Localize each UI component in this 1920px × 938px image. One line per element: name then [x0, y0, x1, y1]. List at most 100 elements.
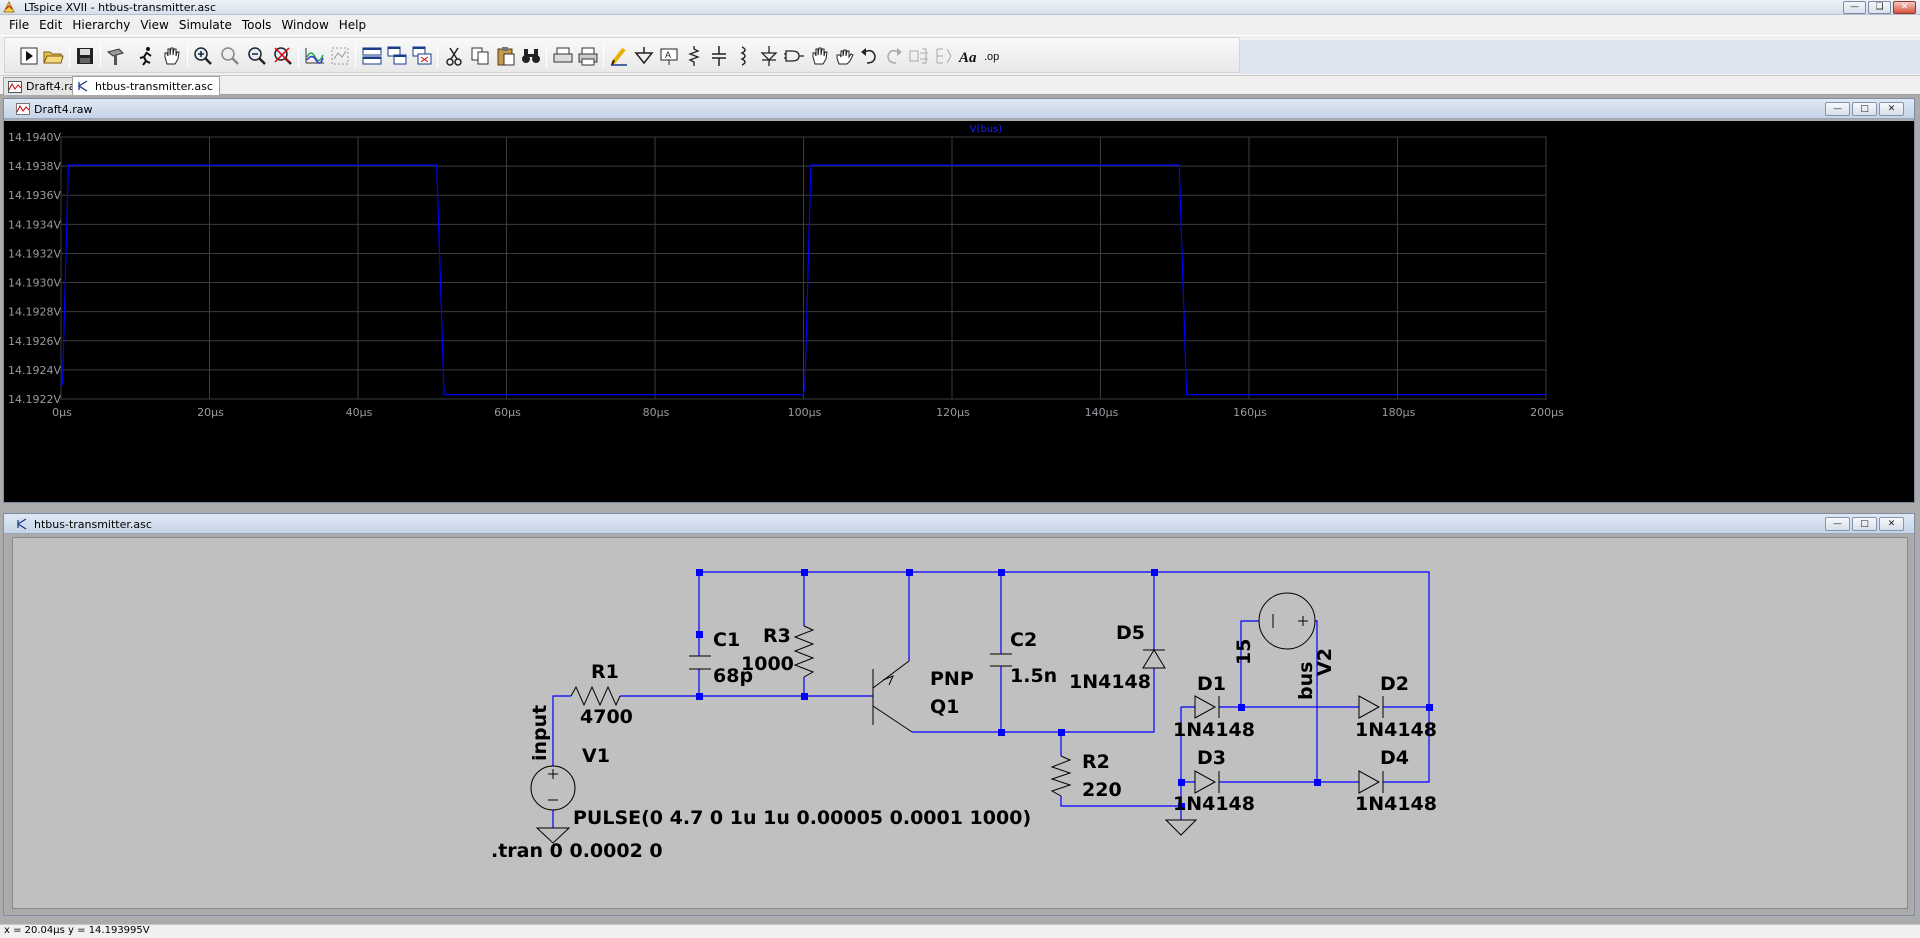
resistor-r2 [1050, 755, 1072, 797]
menu-file[interactable]: File [4, 18, 34, 32]
zoom-cancel-icon[interactable] [271, 44, 295, 68]
zoom-out-icon[interactable] [245, 44, 269, 68]
close-button[interactable]: ✕ [1879, 102, 1904, 116]
inductor-icon[interactable] [732, 44, 756, 68]
autorange-icon[interactable] [303, 44, 327, 68]
toolbar-separator [355, 44, 356, 68]
menu-hierarchy[interactable]: Hierarchy [67, 18, 135, 32]
v1-ref: V1 [582, 745, 610, 767]
c1-value: 68p [713, 665, 753, 687]
waveform-window-titlebar: Draft4.raw — □ ✕ [4, 99, 1914, 119]
minimize-button[interactable]: — [1825, 102, 1850, 116]
schematic-drawing[interactable]: R1 4700 R2 220 R3 1000 C1 68p C2 1.5n PN… [13, 538, 1909, 910]
diode-d4 [1358, 770, 1384, 794]
maximize-button[interactable]: □ [1852, 517, 1877, 531]
component-icon[interactable] [782, 44, 806, 68]
rotate-icon[interactable] [907, 44, 931, 68]
menu-tools[interactable]: Tools [237, 18, 277, 32]
spice-directive[interactable]: .tran 0 0.0002 0 [491, 840, 663, 862]
y-tick-label: 14.1928V [8, 306, 61, 319]
menu-simulate[interactable]: Simulate [174, 18, 237, 32]
waveform-plot[interactable]: 14.1940V 14.1938V 14.1936V 14.1934V 14.1932V… [4, 121, 1914, 502]
cascade-icon[interactable] [385, 44, 409, 68]
schematic-window-titlebar: htbus-transmitter.asc — □ ✕ [4, 514, 1914, 534]
run-simulation-icon[interactable] [134, 44, 158, 68]
minimize-button[interactable]: — [1843, 1, 1866, 14]
waveform-icon [16, 103, 30, 115]
tab-htbus-transmitter[interactable]: htbus-transmitter.asc [72, 76, 220, 95]
labels: R1 4700 R2 220 R3 1000 C1 68p C2 1.5n PN… [491, 622, 1437, 862]
d1-value: 1N4148 [1173, 719, 1255, 741]
plot-pane[interactable]: 14.1940V 14.1938V 14.1936V 14.1934V 14.1932V… [4, 121, 1914, 502]
label-net-icon[interactable]: A [657, 44, 681, 68]
symbols [530, 592, 1384, 844]
menu-help[interactable]: Help [334, 18, 371, 32]
schematic-icon [78, 80, 88, 92]
menu-window[interactable]: Window [276, 18, 333, 32]
svg-text:A: A [665, 50, 671, 60]
redo-icon[interactable] [882, 44, 906, 68]
x-axis: 0µs 20µs 40µs 60µs 80µs 100µs 120µs 140µs 160µs 1… [52, 406, 1564, 419]
tile-horizontal-icon[interactable] [360, 44, 384, 68]
minimize-button[interactable]: — [1825, 517, 1850, 531]
zoom-back-icon[interactable] [218, 44, 242, 68]
save-icon[interactable] [73, 44, 97, 68]
d3-ref: D3 [1197, 747, 1226, 769]
find-icon[interactable] [519, 44, 543, 68]
copy-icon[interactable] [468, 44, 492, 68]
document-tabs: Draft4.raw htbus-transmitter.asc [0, 76, 1920, 95]
draw-wire-icon[interactable] [607, 44, 631, 68]
net-label-input: input [529, 705, 551, 761]
x-tick-label: 80µs [643, 406, 670, 419]
d2-value: 1N4148 [1355, 719, 1437, 741]
waveform-window: Draft4.raw — □ ✕ 14.1940V 14.1938V 14.1936… [3, 98, 1915, 503]
y-tick-label: 14.1932V [8, 247, 61, 260]
control-panel-icon[interactable] [104, 44, 128, 68]
text-icon[interactable]: Aa [957, 44, 981, 68]
add-trace-icon[interactable] [328, 44, 352, 68]
toolbar-separator [69, 44, 70, 68]
junctions [696, 569, 1433, 810]
window-title: LTspice XVII - htbus-transmitter.asc [24, 1, 217, 14]
ground-symbol-d3 [1164, 819, 1198, 836]
maximize-button[interactable]: □ [1852, 102, 1877, 116]
d2-ref: D2 [1380, 673, 1409, 695]
cut-icon[interactable] [442, 44, 466, 68]
resistor-icon[interactable] [682, 44, 706, 68]
close-button[interactable]: ✕ [1879, 517, 1904, 531]
mirror-icon[interactable] [932, 44, 956, 68]
waveform-icon [8, 80, 22, 93]
d4-value: 1N4148 [1355, 793, 1437, 815]
trace-title[interactable]: V(bus) [970, 124, 1003, 135]
close-button[interactable]: ✕ [1893, 1, 1916, 14]
print-icon[interactable] [576, 44, 600, 68]
close-window-icon[interactable] [410, 44, 434, 68]
r1-ref: R1 [591, 661, 619, 683]
print-setup-icon[interactable] [551, 44, 575, 68]
open-icon[interactable] [41, 44, 65, 68]
menu-edit[interactable]: Edit [34, 18, 67, 32]
r1-value: 4700 [580, 706, 633, 728]
diode-d1 [1194, 695, 1220, 719]
capacitor-icon[interactable] [707, 44, 731, 68]
drag-icon[interactable] [832, 44, 856, 68]
ground-icon[interactable] [632, 44, 656, 68]
y-tick-label: 14.1940V [8, 131, 61, 144]
spice-directive-icon[interactable]: .op [982, 44, 1006, 68]
diode-icon[interactable] [757, 44, 781, 68]
restore-button[interactable]: ❏ [1868, 1, 1891, 14]
c2-value: 1.5n [1010, 665, 1057, 687]
q1-value: PNP [930, 668, 974, 690]
zoom-in-icon[interactable] [191, 44, 215, 68]
pan-icon[interactable] [159, 44, 183, 68]
undo-icon[interactable] [857, 44, 881, 68]
toolbar: A Aa .op [0, 35, 1920, 76]
schematic-canvas[interactable]: R1 4700 R2 220 R3 1000 C1 68p C2 1.5n PN… [12, 537, 1908, 909]
y-tick-label: 14.1930V [8, 277, 61, 290]
paste-icon[interactable] [494, 44, 518, 68]
menu-view[interactable]: View [135, 18, 173, 32]
move-icon[interactable] [807, 44, 831, 68]
x-tick-label: 180µs [1382, 406, 1416, 419]
run-icon[interactable] [17, 44, 41, 68]
resistor-r3 [793, 625, 815, 678]
